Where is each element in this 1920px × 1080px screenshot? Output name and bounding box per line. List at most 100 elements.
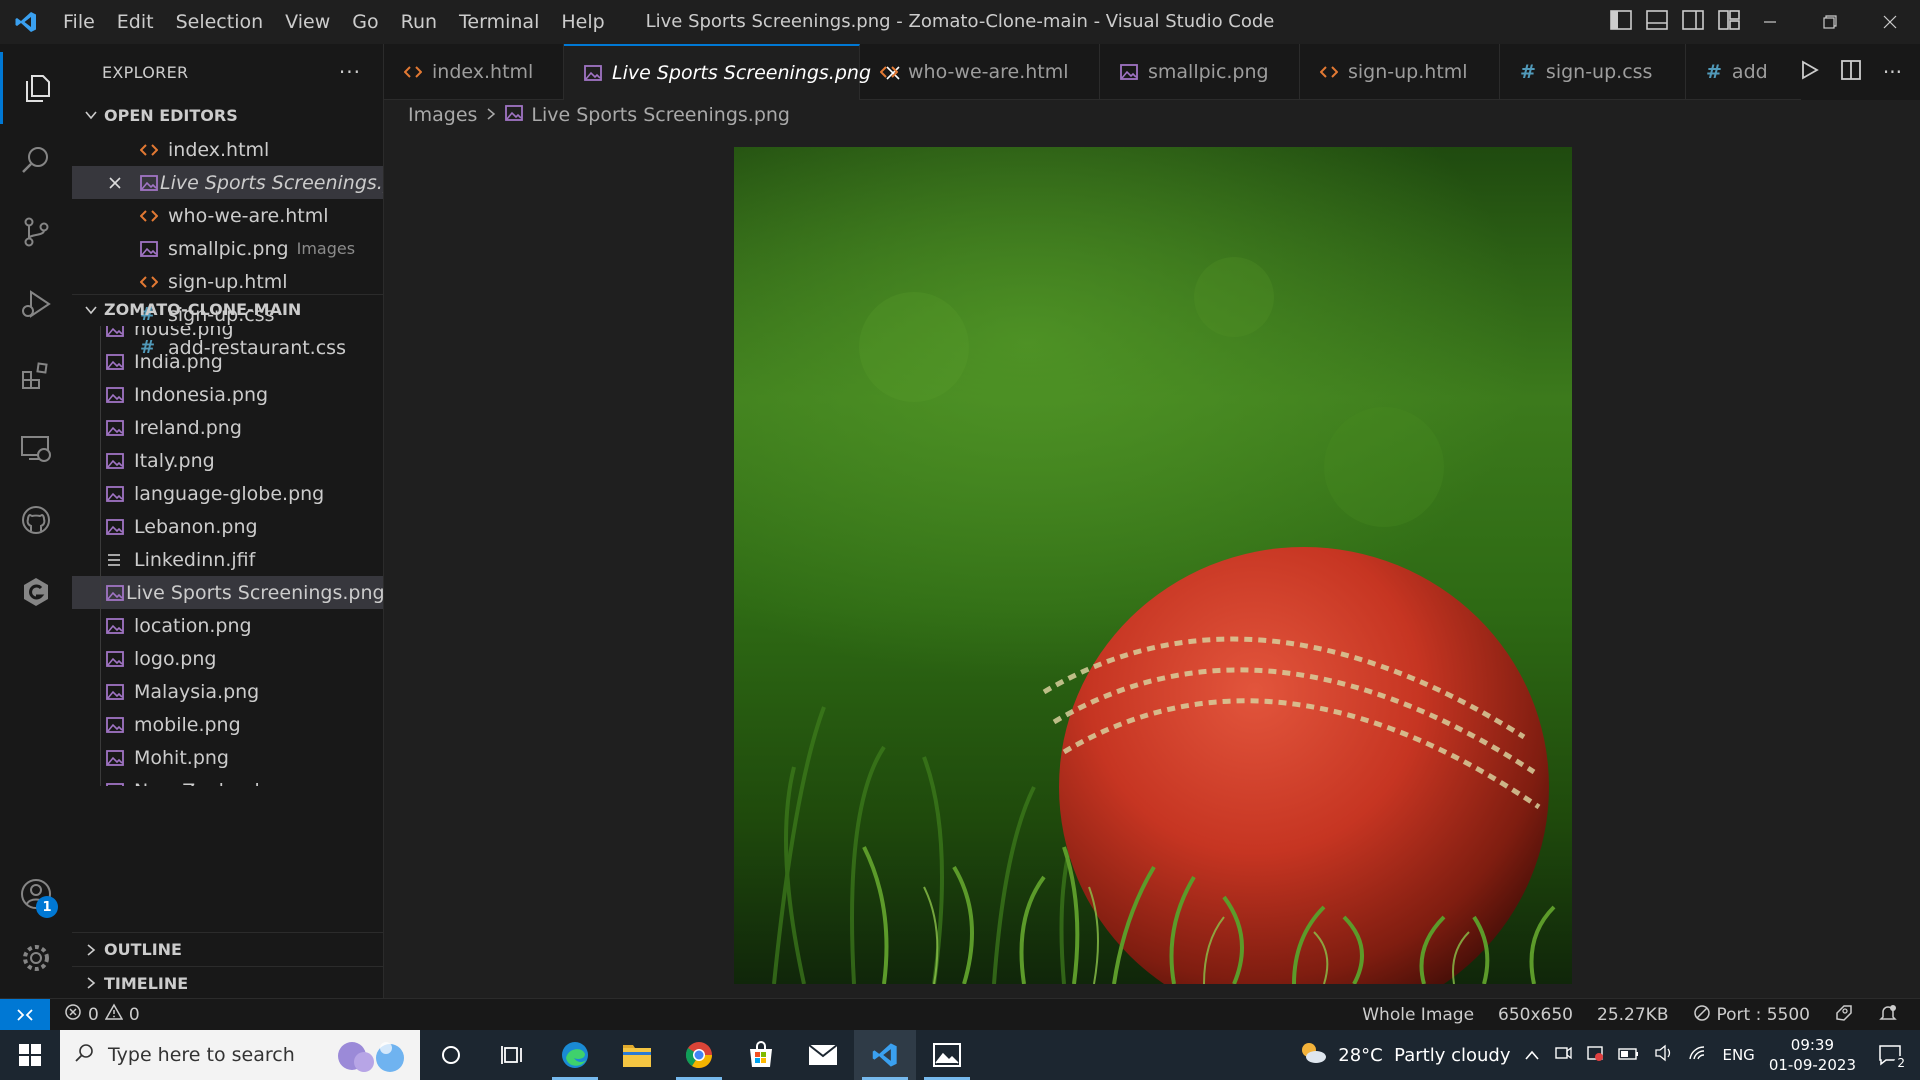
file-explorer-icon[interactable] — [606, 1030, 668, 1080]
menu-view[interactable]: View — [274, 0, 341, 44]
toggle-panel-icon[interactable] — [1646, 9, 1668, 35]
tab-who-we-are[interactable]: who-we-are.html — [860, 44, 1100, 100]
file-tree-item[interactable]: Ireland.png — [72, 411, 383, 444]
breadcrumb-file[interactable]: Live Sports Screenings.png — [531, 104, 790, 126]
warning-count: 0 — [128, 1004, 140, 1025]
chevron-up-icon[interactable] — [1524, 1045, 1540, 1066]
action-center-icon[interactable]: 2 — [1870, 1044, 1910, 1070]
file-tree-item[interactable]: Malaysia.png — [72, 675, 383, 708]
menu-terminal[interactable]: Terminal — [448, 0, 550, 44]
open-editors-header[interactable]: OPEN EDITORS — [72, 100, 383, 130]
tab-index-html[interactable]: index.html — [384, 44, 564, 100]
chrome-icon[interactable] — [668, 1030, 730, 1080]
close-editor-icon[interactable] — [108, 166, 122, 199]
meet-now-icon[interactable] — [1554, 1044, 1573, 1067]
remote-explorer-icon[interactable] — [0, 412, 72, 484]
github-icon[interactable] — [0, 484, 72, 556]
file-name: logo.png — [134, 647, 217, 670]
file-tree-item[interactable]: India.png — [72, 345, 383, 378]
file-tree-item[interactable]: Italy.png — [72, 444, 383, 477]
split-editor-icon[interactable] — [1841, 59, 1861, 85]
remote-indicator[interactable] — [0, 998, 50, 1031]
restore-button[interactable] — [1800, 0, 1860, 44]
file-tree-item[interactable]: New-Zealand.png — [72, 774, 383, 786]
search-icon[interactable] — [0, 124, 72, 196]
volume-icon[interactable] — [1654, 1044, 1674, 1067]
weather-widget[interactable]: 28°C Partly cloudy — [1298, 1040, 1510, 1071]
customize-layout-icon[interactable] — [1718, 9, 1740, 35]
open-editor-item[interactable]: smallpic.png Images — [72, 232, 383, 265]
windows-start-icon[interactable] — [0, 1030, 60, 1080]
edge-icon[interactable] — [544, 1030, 606, 1080]
gear-icon[interactable] — [0, 930, 72, 986]
run-file-icon[interactable] — [1801, 59, 1819, 85]
breadcrumb-folder[interactable]: Images — [408, 104, 477, 126]
clock[interactable]: 09:39 01-09-2023 — [1769, 1035, 1856, 1075]
feedback-icon[interactable] — [1834, 1003, 1854, 1028]
run-and-debug-icon[interactable] — [0, 268, 72, 340]
indent-guide — [100, 326, 101, 345]
notifications-bell-icon[interactable] — [1878, 1003, 1898, 1028]
open-editor-item[interactable]: index.html — [72, 133, 383, 166]
security-icon[interactable] — [1586, 1044, 1604, 1067]
file-tree-item[interactable]: Linkedinn.jfif — [72, 543, 383, 576]
file-tree-item[interactable]: mobile.png — [72, 708, 383, 741]
input-language[interactable]: ENG — [1722, 1046, 1754, 1064]
file-tree-item[interactable]: language-globe.png — [72, 477, 383, 510]
open-editor-item-active[interactable]: Live Sports Screenings.p... — [72, 166, 383, 199]
menu-selection[interactable]: Selection — [165, 0, 275, 44]
image-file-icon — [584, 65, 602, 81]
zoom-status[interactable]: Whole Image — [1362, 1005, 1474, 1025]
file-name: location.png — [134, 614, 252, 637]
tab-live-sports-screenings[interactable]: Live Sports Screenings.png — [564, 44, 900, 100]
tab-add-restaurant-css[interactable]: # add — [1686, 44, 1806, 100]
file-tree-item[interactable]: Lebanon.png — [72, 510, 383, 543]
tab-smallpic[interactable]: smallpic.png — [1100, 44, 1300, 100]
close-window-button[interactable] — [1860, 0, 1920, 44]
tab-sign-up-css[interactable]: # sign-up.css — [1500, 44, 1686, 100]
tab-sign-up-html[interactable]: sign-up.html — [1300, 44, 1500, 100]
folder-header[interactable]: ZOMATO-CLONE-MAIN — [72, 294, 383, 324]
source-control-icon[interactable] — [0, 196, 72, 268]
file-tree-item[interactable]: Mohit.png — [72, 741, 383, 774]
menu-edit[interactable]: Edit — [106, 0, 165, 44]
timeline-header[interactable]: TIMELINE — [72, 966, 383, 998]
gitlens-icon[interactable] — [0, 556, 72, 628]
problems-indicator[interactable]: 0 0 — [64, 1003, 140, 1026]
live-server-port[interactable]: Port : 5500 — [1693, 1004, 1810, 1027]
more-actions-icon[interactable]: ··· — [339, 60, 361, 84]
mail-icon[interactable] — [792, 1030, 854, 1080]
open-editors-title: OPEN EDITORS — [104, 105, 238, 125]
file-tree-item[interactable]: logo.png — [72, 642, 383, 675]
more-actions-icon[interactable]: ··· — [1883, 60, 1902, 84]
file-tree-item[interactable]: location.png — [72, 609, 383, 642]
explorer-icon[interactable] — [0, 52, 72, 124]
taskbar-search-box[interactable]: Type here to search — [60, 1030, 420, 1080]
toggle-primary-sidebar-icon[interactable] — [1610, 9, 1632, 35]
menu-go[interactable]: Go — [341, 0, 389, 44]
cortana-icon[interactable] — [420, 1030, 482, 1080]
file-tree-item-active[interactable]: Live Sports Screenings.png — [72, 576, 383, 609]
microsoft-store-icon[interactable] — [730, 1030, 792, 1080]
outline-header[interactable]: OUTLINE — [72, 933, 383, 966]
photos-icon[interactable] — [916, 1030, 978, 1080]
wifi-icon[interactable] — [1688, 1045, 1708, 1066]
vscode-taskbar-icon[interactable] — [854, 1030, 916, 1080]
status-bar: 0 0 Whole Image 650x650 25.27KB Port : 5… — [0, 998, 1920, 1031]
file-tree-item[interactable]: house.png — [72, 326, 383, 345]
html-file-icon — [140, 275, 166, 289]
extensions-icon[interactable] — [0, 340, 72, 412]
task-view-icon[interactable] — [482, 1030, 544, 1080]
battery-icon[interactable] — [1618, 1045, 1640, 1066]
clock-date: 01-09-2023 — [1768, 1056, 1856, 1074]
image-file-icon — [106, 452, 132, 469]
open-editor-item[interactable]: who-we-are.html — [72, 199, 383, 232]
file-tree-item[interactable]: Indonesia.png — [72, 378, 383, 411]
menu-run[interactable]: Run — [390, 0, 448, 44]
accounts-icon[interactable]: 1 — [0, 858, 72, 930]
menu-file[interactable]: File — [52, 0, 106, 44]
toggle-secondary-sidebar-icon[interactable] — [1682, 9, 1704, 35]
indent-guide — [100, 609, 101, 642]
menu-help[interactable]: Help — [550, 0, 615, 44]
minimize-button[interactable] — [1740, 0, 1800, 44]
